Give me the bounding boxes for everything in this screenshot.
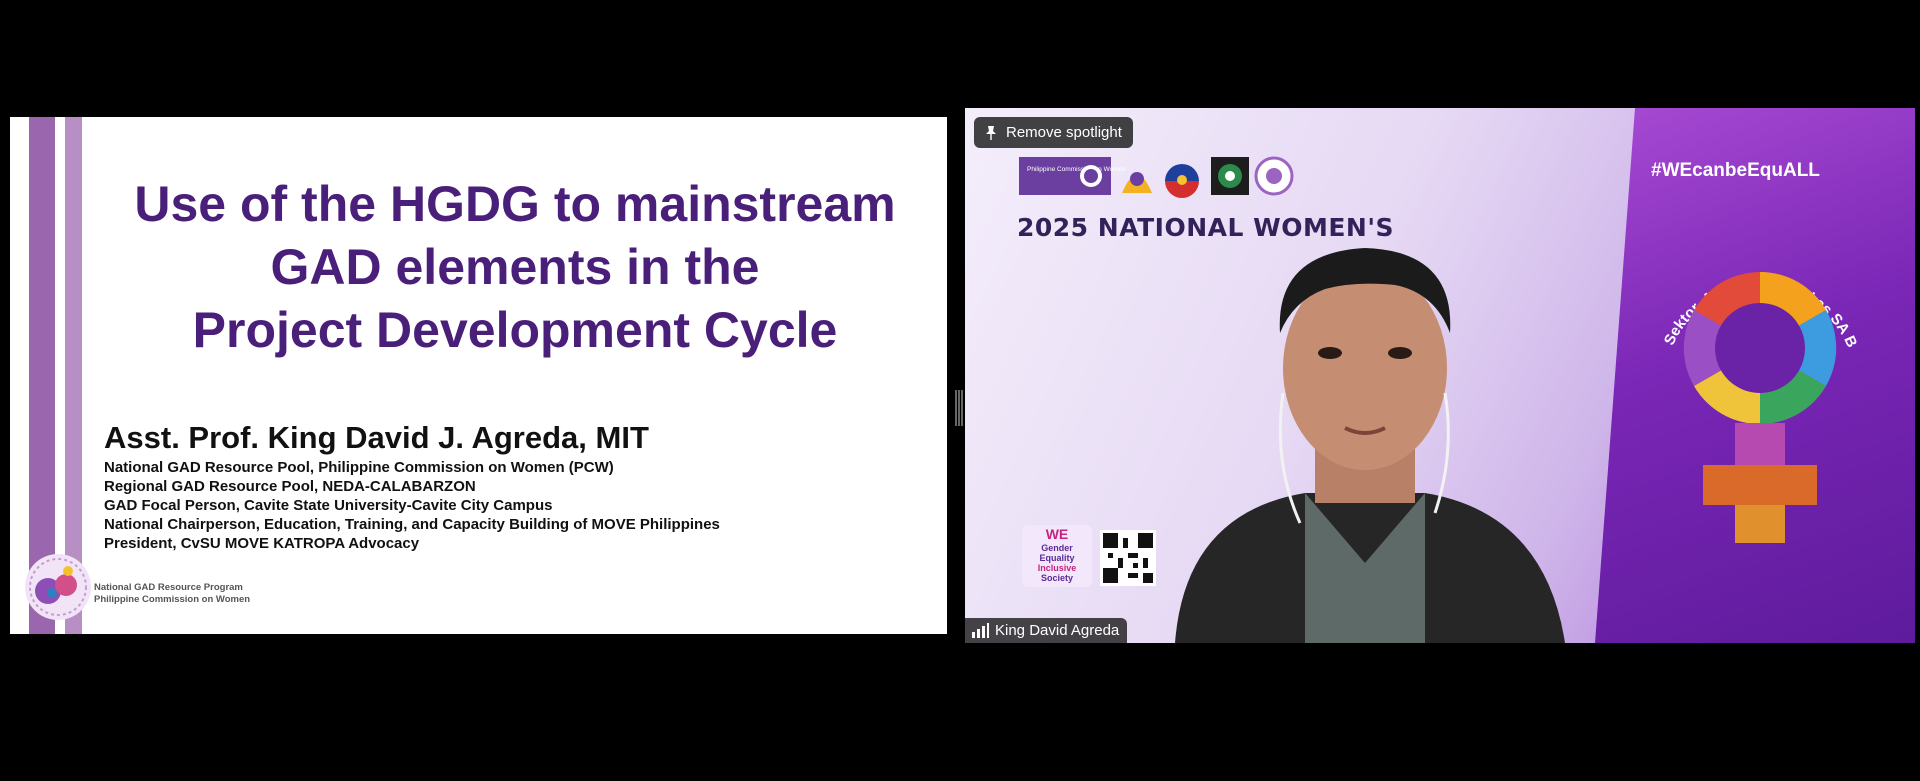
slide-footer-text: National GAD Resource Program Philippine… bbox=[94, 582, 250, 606]
credential-item: Regional GAD Resource Pool, NEDA-CALABAR… bbox=[104, 478, 476, 495]
qr-code bbox=[1100, 530, 1156, 586]
pin-icon bbox=[986, 125, 996, 140]
we-logo-line: Gender bbox=[1041, 543, 1073, 553]
we-gender-equality-logo: WE Gender Equality Inclusive Society bbox=[1022, 525, 1092, 587]
slide-title-line: Use of the HGDG to mainstream bbox=[134, 176, 896, 232]
slide-title-line: Project Development Cycle bbox=[192, 302, 838, 358]
credential-item: National GAD Resource Pool, Philippine C… bbox=[104, 459, 614, 476]
credential-item: GAD Focal Person, Cavite State Universit… bbox=[104, 497, 553, 514]
we-logo-line: Inclusive bbox=[1038, 563, 1077, 573]
gad-resource-program-logo bbox=[25, 554, 91, 620]
event-hashtag: #WEcanbeEquALL bbox=[1651, 160, 1820, 181]
we-logo-line: Society bbox=[1041, 573, 1073, 583]
footer-line: Philippine Commission on Women bbox=[94, 594, 251, 605]
remove-spotlight-label: Remove spotlight bbox=[1006, 124, 1122, 141]
credential-item: President, CvSU MOVE KATROPA Advocacy bbox=[104, 535, 420, 552]
remove-spotlight-button[interactable]: Remove spotlight bbox=[974, 117, 1133, 148]
slide-title: Use of the HGDG to mainstream GAD elemen… bbox=[100, 173, 930, 362]
we-logo-line: WE bbox=[1046, 526, 1069, 542]
womens-month-emblem: Babae sa Lahat ng Sektor, Aangat ang Buk… bbox=[1615, 183, 1860, 543]
pcw-logo-text: Philippine Commission on Women bbox=[1027, 166, 1126, 173]
footer-line: National GAD Resource Program bbox=[94, 582, 243, 593]
we-logo-line: Equality bbox=[1039, 553, 1074, 563]
panel-splitter-handle[interactable] bbox=[955, 390, 963, 426]
presenter-name: Asst. Prof. King David J. Agreda, MIT bbox=[104, 420, 649, 455]
credential-item: National Chairperson, Education, Trainin… bbox=[104, 516, 720, 533]
participant-video-feed bbox=[1175, 248, 1565, 643]
shared-screen-slide: Use of the HGDG to mainstream GAD elemen… bbox=[10, 117, 947, 634]
participant-name-tag: King David Agreda bbox=[965, 618, 1128, 643]
participant-video-tile[interactable]: Philippine Commission on Women 2025 NATI… bbox=[965, 108, 1915, 643]
participant-name: King David Agreda bbox=[995, 622, 1120, 639]
slide-title-line: GAD elements in the bbox=[270, 239, 760, 295]
signal-bars-icon bbox=[972, 623, 989, 638]
presenter-credentials: National GAD Resource Pool, Philippine C… bbox=[104, 458, 720, 553]
